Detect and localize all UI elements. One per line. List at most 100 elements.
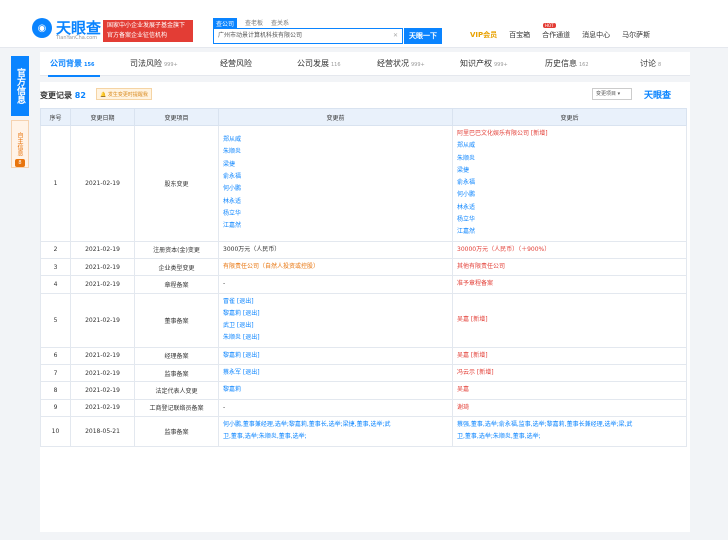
tab-count: 999+ xyxy=(494,62,508,68)
before-entry[interactable]: 朱顺炎 [退出] xyxy=(223,332,448,344)
tab-count: 999+ xyxy=(411,62,425,68)
table-row: 8 2021-02-19 法定代表人变更 黎嘉莉 吴嘉 xyxy=(40,381,687,400)
before-entry[interactable]: 黎嘉莉 xyxy=(223,384,448,396)
tab-label: 讨论 xyxy=(640,59,656,68)
row-before: 蔡永军 [退出] xyxy=(218,364,453,383)
tab-legal-risk[interactable]: 司法风险 999+ xyxy=(130,58,178,69)
col-header-no: 序号 xyxy=(40,108,71,126)
tab-company-background[interactable]: 公司背景 156 xyxy=(50,58,94,69)
row-date: 2021-02-19 xyxy=(70,257,135,277)
section-title-text: 变更记录 xyxy=(40,91,72,100)
before-entry[interactable]: 卫,董事,选举;朱顺炎,董事,选举; xyxy=(223,431,448,443)
table-row: 3 2021-02-19 企业类型变更 有限责任公司（自然人投资或控股） 其他有限责任公… xyxy=(40,257,687,277)
after-entry[interactable]: 何小鹏 xyxy=(457,189,682,201)
after-entry[interactable]: 梁捷 xyxy=(457,165,682,177)
before-entry[interactable]: 冒雀 [退出] xyxy=(223,296,448,308)
after-entry[interactable]: 杨立华 xyxy=(457,214,682,226)
table-row: 7 2021-02-19 监事备案 蔡永军 [退出] 冯云示 [新增] xyxy=(40,364,687,383)
after-entry[interactable]: 蔡强,董事,选举;俞永福,监事,选举;黎嘉莉,董事长兼经理,选举;梁,武 xyxy=(457,419,682,431)
tab-history[interactable]: 历史信息 162 xyxy=(545,58,589,69)
tab-discussion[interactable]: 讨论 8 xyxy=(640,58,661,69)
row-after: 吴嘉 xyxy=(452,381,687,400)
row-date: 2021-02-19 xyxy=(70,240,135,259)
nav-toolbox[interactable]: 百宝箱 xyxy=(509,30,530,40)
after-entry[interactable]: 俞永福 xyxy=(457,177,682,189)
promo-line1: 国家中小企业发展子基金旗下 xyxy=(107,22,186,29)
before-entry[interactable]: 江嘉然 xyxy=(223,220,448,232)
tab-count: 116 xyxy=(331,62,341,68)
row-number: 1 xyxy=(40,125,71,242)
row-after: 谢琦 xyxy=(452,398,687,417)
row-after: 冯云示 [新增] xyxy=(452,364,687,383)
logo-text: 天眼查 xyxy=(56,19,102,37)
logo[interactable]: ◉ 天眼查 TianYanCha.com xyxy=(32,18,102,41)
col-header-item: 变更项目 xyxy=(134,108,219,126)
nav-messages[interactable]: 消息中心 xyxy=(582,30,610,40)
before-entry: 3000万元（人民币） xyxy=(223,245,281,253)
before-entry[interactable]: 何小鹏 xyxy=(223,183,448,195)
before-entry[interactable]: 梁捷 xyxy=(223,159,448,171)
active-tab-indicator xyxy=(48,75,100,77)
row-after: 准予章程备案 xyxy=(452,275,687,294)
after-entry[interactable]: 林永适 xyxy=(457,202,682,214)
before-entry[interactable]: 蔡永军 [退出] xyxy=(223,367,448,379)
nav-cooperation[interactable]: 合作通道 xyxy=(542,30,570,40)
before-entry[interactable]: 黎嘉莉 [退出] xyxy=(223,308,448,320)
tab-development[interactable]: 公司发展 116 xyxy=(297,58,341,69)
row-after: 吴嘉 [新增] xyxy=(452,292,687,348)
clear-icon[interactable]: ✕ xyxy=(393,29,398,43)
row-before: 黎嘉莉 xyxy=(218,381,453,400)
row-item: 章程备案 xyxy=(134,275,219,294)
tab-count: 162 xyxy=(579,62,589,68)
row-date: 2021-02-19 xyxy=(70,381,135,400)
before-entry[interactable]: 黎嘉莉 [退出] xyxy=(223,350,448,362)
col-header-before: 变更前 xyxy=(218,108,453,126)
search-value: 广州市动景计算机科技有限公司 xyxy=(218,32,303,39)
tab-ip[interactable]: 知识产权 999+ xyxy=(460,58,508,69)
alert-me-button[interactable]: 🔔 发生变更时提醒我 xyxy=(96,88,152,100)
row-number: 4 xyxy=(40,275,71,294)
before-entry[interactable]: 武卫 [退出] xyxy=(223,320,448,332)
brand-watermark: 天眼查 xyxy=(644,91,672,101)
tab-label: 公司发展 xyxy=(297,59,329,68)
section-tabs: 公司背景 156 司法风险 999+ 经营风险 公司发展 116 经营状况 999+ 知… xyxy=(40,52,690,76)
select-label: 变更项目 xyxy=(596,91,617,97)
after-entry: 准予章程备案 xyxy=(457,280,494,288)
row-item: 工商登记联络员备案 xyxy=(134,398,219,417)
promo-banner[interactable]: 国家中小企业发展子基金旗下 官方备案企业征信机构 xyxy=(103,20,193,42)
tab-label: 知识产权 xyxy=(460,59,492,68)
search-input[interactable]: 广州市动景计算机科技有限公司 ✕ xyxy=(213,28,403,44)
row-before: 有限责任公司（自然人投资或控股） xyxy=(218,257,453,277)
before-entry[interactable]: 郑从威 xyxy=(223,134,448,146)
change-item-select[interactable]: 变更项目 ▾ xyxy=(592,88,632,100)
tab-count: 156 xyxy=(84,62,95,68)
tab-business-risk[interactable]: 经营风险 xyxy=(220,58,254,69)
after-entry: 其他有限责任公司 xyxy=(457,262,506,270)
row-number: 3 xyxy=(40,257,71,277)
row-date: 2021-02-19 xyxy=(70,125,135,242)
side-official-info[interactable]: 官方信息 xyxy=(11,56,29,116)
before-entry[interactable]: 俞永福 xyxy=(223,171,448,183)
row-number: 5 xyxy=(40,292,71,348)
before-entry[interactable]: 杨立华 xyxy=(223,208,448,220)
side-badge: 8 xyxy=(15,159,25,167)
after-entry[interactable]: 朱顺炎 xyxy=(457,153,682,165)
after-entry[interactable]: 江嘉然 xyxy=(457,226,682,238)
vip-link[interactable]: VIP会员 xyxy=(470,30,497,40)
tab-operation[interactable]: 经营状况 999+ xyxy=(377,58,425,69)
nav-user[interactable]: 马尔萨斯 xyxy=(622,30,650,40)
row-item: 法定代表人变更 xyxy=(134,381,219,400)
after-entry: 吴嘉 xyxy=(457,386,470,394)
alert-me-label: 发生变更时提醒我 xyxy=(107,92,148,98)
logo-subtext: TianYanCha.com xyxy=(56,35,98,41)
after-entry[interactable]: 卫,董事,选举;朱顺炎,董事,选举; xyxy=(457,431,682,443)
row-item: 董事备案 xyxy=(134,292,219,348)
search-button[interactable]: 天眼一下 xyxy=(404,28,442,44)
table-body: 1 2021-02-19 股东变更 郑从威 朱顺炎 梁捷 俞永福 何小鹏 林永适 杨立华 江嘉然 阿里… xyxy=(40,125,687,447)
before-entry[interactable]: 朱顺炎 xyxy=(223,146,448,158)
after-entry: 谢琦 xyxy=(457,403,470,411)
before-entry[interactable]: 林永适 xyxy=(223,196,448,208)
tab-label: 经营状况 xyxy=(377,59,409,68)
before-entry[interactable]: 何小鹏,董事兼经理,选举;黎嘉莉,董事长,选举;梁捷,董事,选举;武 xyxy=(223,419,448,431)
after-entry[interactable]: 郑从威 xyxy=(457,140,682,152)
